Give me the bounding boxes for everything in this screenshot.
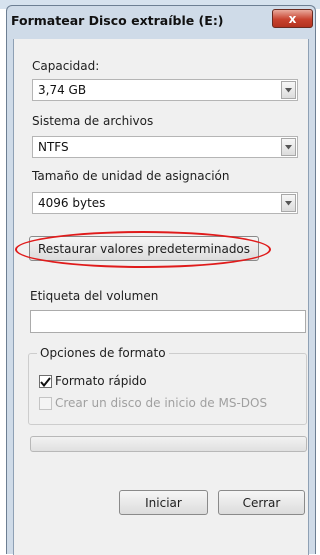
filesystem-select[interactable]: NTFS [32, 136, 298, 158]
start-button[interactable]: Iniciar [119, 490, 208, 515]
quick-format-label: Formato rápido [55, 374, 147, 388]
close-button[interactable]: Cerrar [218, 490, 305, 515]
allocation-label: Tamaño de unidad de asignación [32, 169, 230, 183]
format-dialog: Formatear Disco extraíble (E:) x Capacid… [6, 5, 316, 555]
chevron-down-icon[interactable] [281, 194, 296, 212]
close-window-button[interactable]: x [272, 9, 313, 28]
dialog-title: Formatear Disco extraíble (E:) [11, 13, 224, 28]
volume-label-label: Etiqueta del volumen [30, 289, 159, 303]
msdos-boot-checkbox[interactable] [39, 397, 52, 410]
quick-format-checkbox[interactable] [39, 375, 52, 388]
chevron-down-icon[interactable] [281, 138, 296, 156]
filesystem-label: Sistema de archivos [32, 114, 154, 128]
restore-defaults-button[interactable]: Restaurar valores predeterminados [29, 236, 259, 261]
format-progress-bar [30, 436, 307, 452]
allocation-value: 4096 bytes [38, 196, 106, 210]
format-options-group [28, 353, 307, 425]
title-bar[interactable]: Formatear Disco extraíble (E:) x [7, 6, 315, 34]
close-icon: x [288, 11, 297, 26]
filesystem-value: NTFS [38, 140, 69, 154]
capacity-value: 3,74 GB [38, 83, 87, 97]
format-options-legend: Opciones de formato [37, 346, 169, 360]
volume-label-input[interactable] [30, 310, 306, 333]
allocation-select[interactable]: 4096 bytes [32, 192, 298, 214]
capacity-select[interactable]: 3,74 GB [32, 79, 298, 101]
msdos-boot-label: Crear un disco de inicio de MS-DOS [55, 396, 268, 410]
chevron-down-icon[interactable] [281, 81, 296, 99]
checkmark-icon [40, 376, 51, 387]
capacity-label: Capacidad: [32, 59, 100, 73]
